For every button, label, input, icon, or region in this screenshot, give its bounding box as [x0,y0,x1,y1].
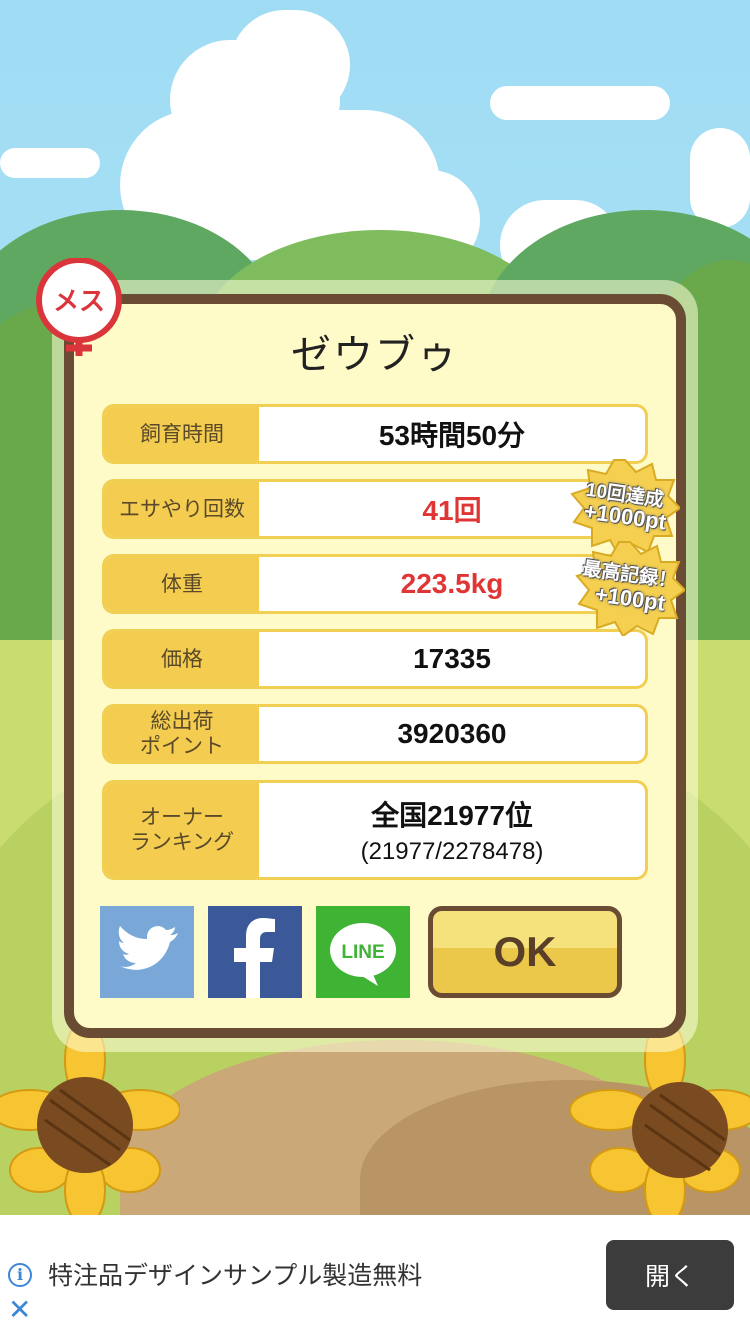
stat-row-feed-count: エサやり回数 41回 [102,479,648,539]
close-icon[interactable]: ✕ [8,1296,31,1324]
stat-value-group: 全国21977位 (21977/2278478) [259,783,645,877]
stat-row-feeding-time: 飼育時間 53時間50分 [102,404,648,464]
stat-label: 体重 [105,557,259,611]
line-share-button[interactable]: LINE [316,906,410,998]
stat-label: 総出荷 ポイント [105,707,259,761]
ranking-value: 全国21977位 [371,800,533,831]
ad-text[interactable]: 特注品デザインサンプル製造無料 [48,1256,422,1292]
stat-row-weight: 体重 223.5kg [102,554,648,614]
stat-value: 17335 [413,643,491,674]
stat-label: 飼育時間 [105,407,259,461]
stat-label: エサやり回数 [105,482,259,536]
ranking-detail: (21977/2278478) [360,838,544,865]
stat-value: 53時間50分 [378,420,526,451]
twitter-share-button[interactable] [100,906,194,998]
line-label: LINE [341,942,384,963]
ok-button[interactable]: OK [428,906,622,998]
pet-name: ゼウブゥ [291,332,459,378]
info-icon[interactable]: i [8,1263,32,1287]
stat-row-price: 価格 17335 [102,629,648,689]
stat-row-shipment-points: 総出荷 ポイント 3920360 [102,704,648,764]
facebook-share-button[interactable] [208,906,302,998]
stat-label: 価格 [105,632,259,686]
stat-value: 3920360 [397,718,507,749]
line-bubble-icon: LINE [330,923,396,986]
twitter-bird-icon [118,926,178,970]
bonus-sticker-weight: 最高記録！ +100pt [575,540,687,638]
stat-row-owner-ranking: オーナー ランキング 全国21977位 (21977/2278478) [102,780,648,880]
facebook-f-icon [234,918,275,998]
stat-label: オーナー ランキング [105,783,259,877]
ad-open-button[interactable]: 開く [606,1240,734,1310]
gender-badge-text: メス [53,287,105,317]
